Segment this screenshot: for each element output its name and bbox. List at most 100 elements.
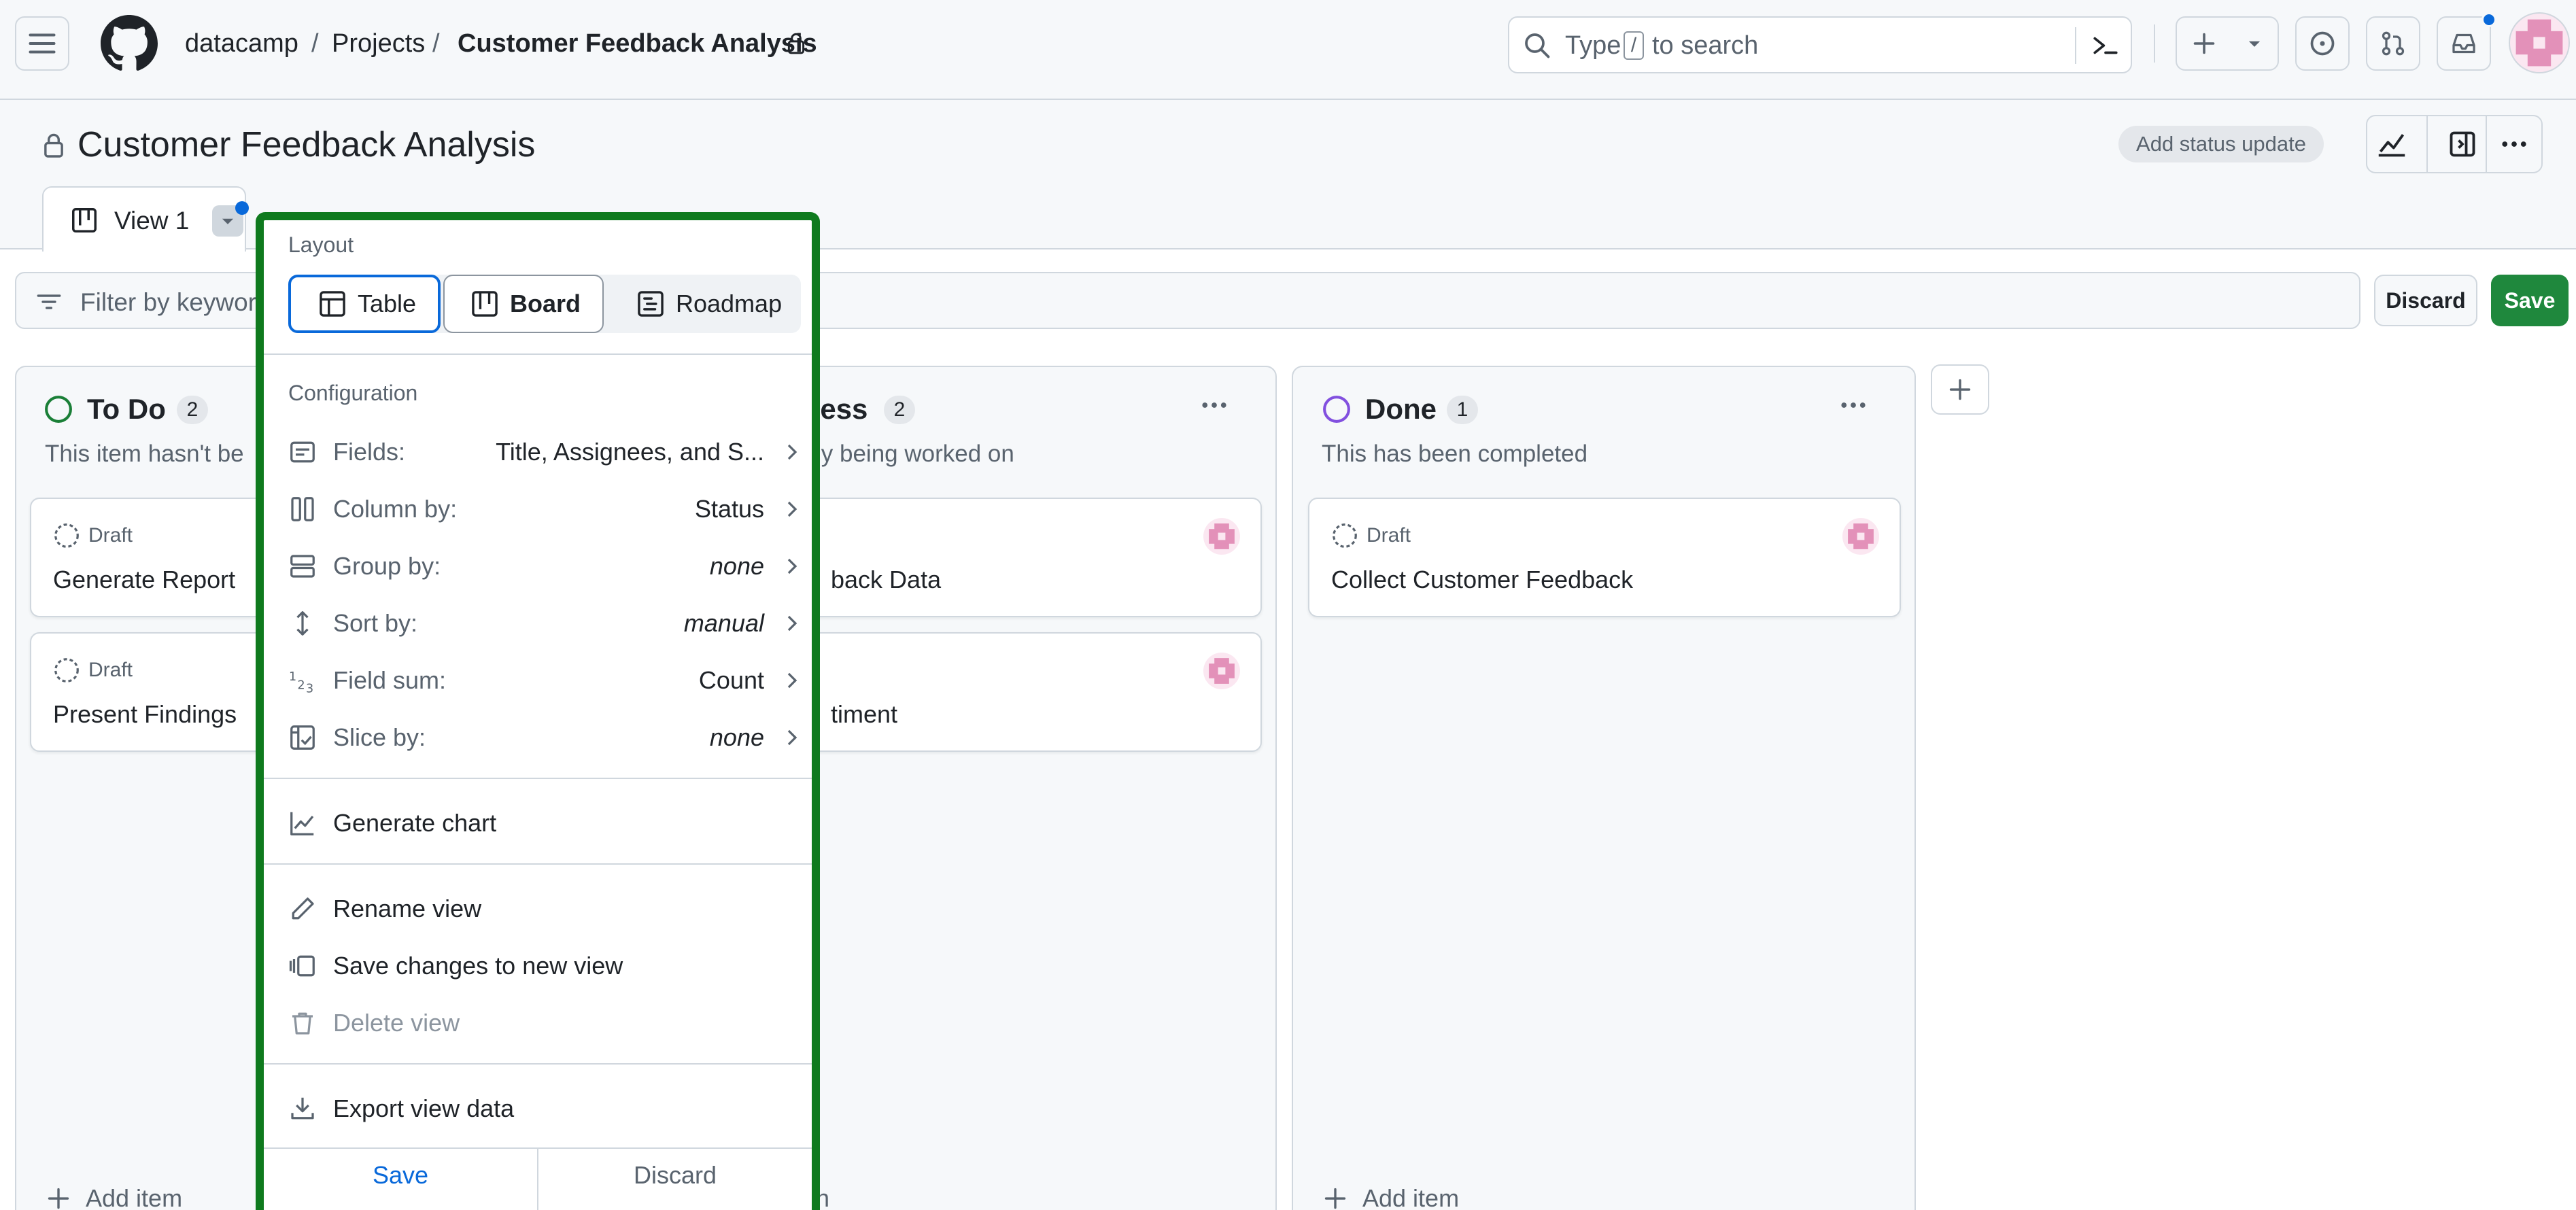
generate-chart-item[interactable]: Generate chart [288,799,801,847]
triangle-down-icon [222,218,234,224]
chevron-right-icon [787,444,797,460]
export-view-data-item[interactable]: Export view data [288,1085,801,1133]
board-layout-icon [72,208,97,232]
config-column-by[interactable]: Column by: Status [288,485,801,533]
menu-item-label: Export view data [333,1094,515,1122]
delete-view-item: Delete view [288,999,801,1047]
insights-button[interactable] [2366,115,2488,173]
search-placeholder-prefix: Type [1565,31,1621,60]
chevron-right-icon [787,672,797,689]
layout-option-roadmap[interactable]: Roadmap [608,275,801,333]
config-label: Column by: [333,495,458,523]
card-title[interactable]: Collect Customer Feedback [1331,566,1633,594]
add-item-label: Add item [86,1184,183,1210]
card-title[interactable]: back Data [831,566,941,594]
filter-icon [37,294,61,309]
chevron-right-icon [787,558,797,574]
tab-view-1[interactable]: View 1 [42,186,249,252]
project-more-options-button[interactable] [2486,115,2543,173]
config-fields[interactable]: Fields: Title, Assignees, and S... [288,428,801,476]
svg-text:2: 2 [298,679,305,693]
menu-divider [264,353,812,355]
breadcrumb-org[interactable]: datacamp [185,27,298,60]
breadcrumb-project[interactable]: Customer Feedback Analysis [458,27,817,60]
status-circle-icon [45,396,72,423]
config-label: Slice by: [333,723,426,751]
card-title[interactable]: Generate Report [53,566,235,594]
column-count: 1 [1447,396,1478,424]
avatar[interactable] [2509,12,2570,73]
avatar [1203,518,1240,558]
column-menu-icon[interactable] [1837,390,1870,420]
breadcrumb-projects[interactable]: Projects [332,27,425,60]
layout-option-table[interactable]: Table [288,275,441,333]
config-slice-by[interactable]: Slice by: none [288,714,801,761]
add-column-button[interactable] [1931,364,1989,415]
discard-button[interactable]: Discard [2374,275,2477,326]
config-value: Count [698,666,764,694]
add-item-button[interactable]: Add item [46,1184,182,1210]
create-new-button[interactable] [2176,16,2279,71]
menu-divider [264,863,812,865]
rename-view-item[interactable]: Rename view [288,885,801,933]
column-description: This item hasn't be [45,440,244,467]
graph-icon [2379,134,2405,157]
svg-text:3: 3 [306,682,313,695]
config-field-sum[interactable]: 123 Field sum: Count [288,657,801,704]
search-shortcut-key: / [1624,31,1644,60]
hamburger-menu-button[interactable] [15,16,69,71]
menu-item-label: Generate chart [333,809,497,837]
add-status-update-button[interactable]: Add status update [2118,126,2324,162]
card-state: Draft [88,659,133,681]
config-group-by[interactable]: Group by: none [288,542,801,590]
column-count: 2 [884,396,915,424]
column-description: This has been completed [1322,440,1588,467]
view-options-menu: Layout Table Board Roadmap Configuration… [256,212,820,1210]
chevron-right-icon [787,729,797,746]
card-title[interactable]: timent [831,700,897,729]
save-button[interactable]: Save [2491,275,2569,326]
header-divider [2154,24,2155,63]
chevron-right-icon [787,615,797,632]
menu-item-label: Delete view [333,1009,460,1037]
pull-requests-button[interactable] [2366,16,2420,71]
avatar [1842,518,1879,558]
plus-icon [1949,379,1971,400]
board-column-done: Done 1 This has been completed Draft Col… [1292,366,1916,1210]
lock-icon [787,33,805,54]
card-title[interactable]: Present Findings [53,700,237,729]
group-icon [290,555,315,578]
svg-text:1: 1 [289,670,296,684]
save-to-new-view-item[interactable]: Save changes to new view [288,942,801,990]
config-label: Sort by: [333,609,418,637]
config-label: Field sum: [333,666,447,694]
search-input[interactable]: Type / to search [1508,16,2132,73]
layout-option-label: Board [510,290,581,317]
column-menu-icon[interactable] [1198,390,1231,420]
sidebar-expand-icon[interactable] [2448,129,2477,159]
command-palette-icon[interactable] [2091,31,2120,60]
board-card[interactable]: Draft Collect Customer Feedback [1308,498,1901,617]
graph-icon [290,812,314,835]
chevron-down-icon [2248,41,2260,47]
search-divider [2075,27,2076,64]
issue-opened-icon [2310,31,2335,56]
fields-icon [290,441,315,463]
config-value: Status [694,495,764,523]
menu-save-button[interactable]: Save [264,1161,537,1190]
search-placeholder-suffix: to search [1652,31,1759,60]
column-title: Done [1365,393,1437,425]
menu-discard-button[interactable]: Discard [538,1161,812,1190]
notification-dot [2481,12,2496,27]
layout-option-label: Table [358,290,417,317]
github-logo-icon[interactable] [101,15,158,72]
breadcrumb-separator: / [311,29,319,58]
issues-button[interactable] [2295,16,2350,71]
layout-option-board[interactable]: Board [443,275,604,333]
configuration-section-label: Configuration [288,381,418,405]
trash-icon [292,1012,313,1035]
config-sort-by[interactable]: Sort by: manual [288,600,801,647]
column-count: 2 [177,396,208,424]
add-item-button[interactable]: Add item [1323,1184,1459,1210]
sort-icon [296,611,309,636]
